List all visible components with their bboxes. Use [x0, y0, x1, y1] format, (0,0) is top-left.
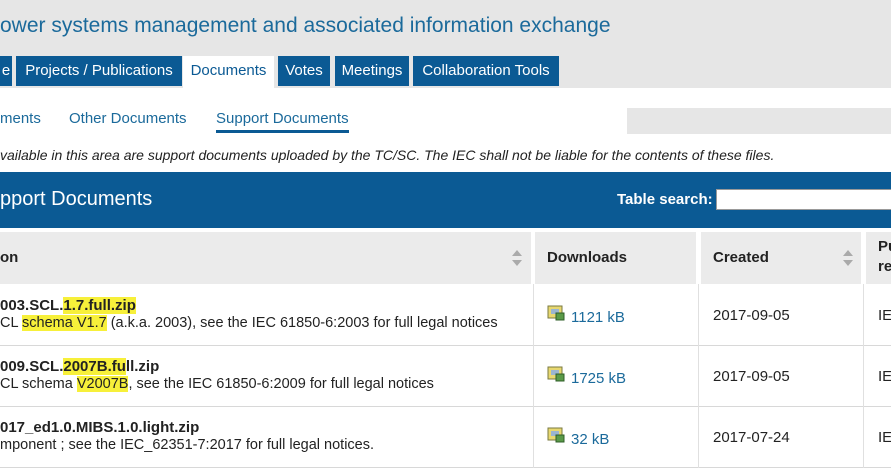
- download-icon[interactable]: [547, 366, 565, 382]
- subnav-support-documents[interactable]: Support Documents: [216, 110, 349, 133]
- column-divider: [533, 284, 534, 468]
- download-size-link[interactable]: 1725 kB: [571, 370, 626, 387]
- tab-meetings[interactable]: Meetings: [335, 56, 409, 86]
- file-description: CL schema V2007B, see the IEC 61850-6:20…: [0, 376, 434, 392]
- disclaimer-text: vailable in this area are support docume…: [0, 147, 775, 163]
- column-header-description[interactable]: on: [0, 232, 531, 284]
- table-search-input[interactable]: [716, 189, 891, 210]
- subnav-documents[interactable]: ments: [0, 110, 41, 127]
- column-label: Pure: [878, 238, 891, 275]
- publication-cell: IE: [878, 368, 891, 385]
- download-size-link[interactable]: 1121 kB: [571, 309, 625, 326]
- tab-collaboration-tools[interactable]: Collaboration Tools: [413, 56, 559, 86]
- table-title-bar: pport Documents Table search:: [0, 172, 891, 228]
- table-search-label: Table search:: [617, 191, 713, 208]
- file-name[interactable]: 003.SCL.1.7.full.zip: [0, 297, 136, 314]
- column-label: on: [0, 249, 19, 266]
- table-row: 009.SCL.2007B.full.zip CL schema V2007B,…: [0, 346, 891, 407]
- created-date: 2017-09-05: [713, 368, 790, 385]
- subnav-other-documents[interactable]: Other Documents: [69, 110, 187, 127]
- column-header-publication[interactable]: Pure: [866, 232, 891, 284]
- tab-home[interactable]: e: [0, 56, 12, 86]
- download-icon[interactable]: [547, 427, 565, 443]
- subnav-filler: [627, 108, 891, 134]
- file-name[interactable]: 017_ed1.0.MIBS.1.0.light.zip: [0, 419, 199, 436]
- column-label: Downloads: [547, 249, 628, 266]
- tab-documents[interactable]: Documents: [183, 56, 274, 88]
- column-header-created[interactable]: Created: [701, 232, 861, 284]
- column-divider: [698, 284, 699, 468]
- download-size-link[interactable]: 32 kB: [571, 431, 609, 448]
- created-date: 2017-09-05: [713, 307, 790, 324]
- column-label: Created: [713, 249, 769, 266]
- publication-cell: IE: [878, 307, 891, 324]
- file-description: CL schema V1.7 (a.k.a. 2003), see the IE…: [0, 315, 498, 331]
- publication-cell: IE: [878, 429, 891, 446]
- table-row: 017_ed1.0.MIBS.1.0.light.zip mponent ; s…: [0, 407, 891, 468]
- column-divider: [863, 284, 864, 468]
- page-title: ower systems management and associated i…: [0, 14, 611, 37]
- site-header: ower systems management and associated i…: [0, 0, 891, 88]
- download-icon[interactable]: [547, 305, 565, 321]
- file-name[interactable]: 009.SCL.2007B.full.zip: [0, 358, 159, 375]
- table-row: 003.SCL.1.7.full.zip CL schema V1.7 (a.k…: [0, 285, 891, 346]
- created-date: 2017-07-24: [713, 429, 790, 446]
- tab-votes[interactable]: Votes: [278, 56, 330, 86]
- table-title: pport Documents: [0, 188, 153, 210]
- sort-icon: [512, 250, 522, 266]
- sort-icon: [843, 250, 853, 266]
- tab-projects-publications[interactable]: Projects / Publications: [16, 56, 182, 86]
- file-description: mponent ; see the IEC_62351-7:2017 for f…: [0, 437, 375, 453]
- column-header-downloads[interactable]: Downloads: [535, 232, 696, 284]
